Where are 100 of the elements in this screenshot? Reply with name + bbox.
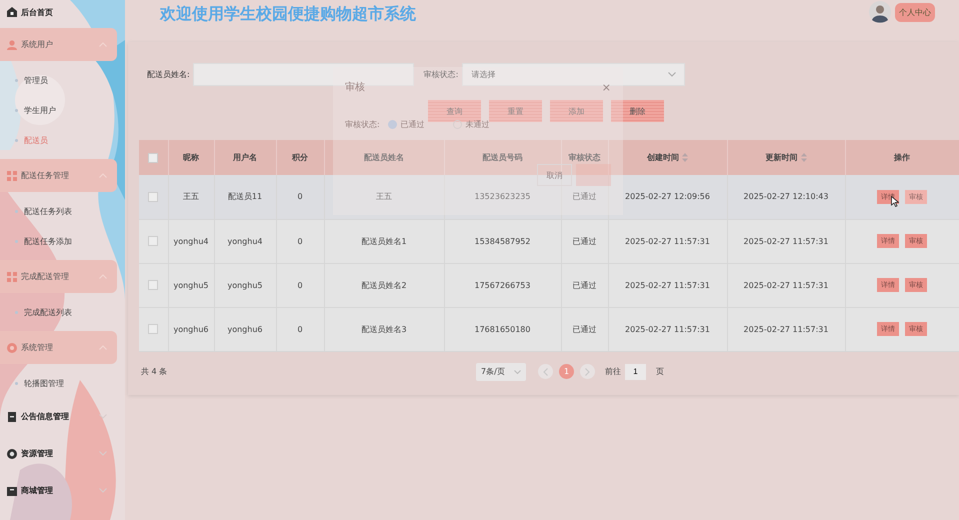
chevron-up-icon bbox=[99, 274, 107, 279]
table-cell: 2025-02-27 11:57:31 bbox=[727, 219, 845, 263]
sidebar-group[interactable]: 资源管理 bbox=[0, 437, 117, 470]
row-checkbox[interactable] bbox=[148, 324, 158, 334]
table-cell: 配送员姓名2 bbox=[324, 263, 444, 307]
field-label: 审核状态: bbox=[345, 119, 380, 130]
table-cell: 已通过 bbox=[561, 219, 608, 263]
column-header: 审核状态 bbox=[568, 153, 600, 162]
row-checkbox[interactable] bbox=[148, 236, 158, 246]
table-cell: 17567266753 bbox=[444, 263, 561, 307]
next-page-button[interactable] bbox=[580, 364, 595, 379]
sort-icon bbox=[800, 153, 806, 162]
page-button[interactable]: 1 bbox=[559, 364, 574, 379]
table-cell: yonghu4 bbox=[214, 219, 276, 263]
field-label: 配送员姓名: bbox=[147, 69, 190, 80]
table-cell: 已通过 bbox=[561, 175, 608, 219]
action-button[interactable]: 查询 bbox=[428, 100, 481, 122]
avatar-icon bbox=[869, 1, 891, 23]
home-icon bbox=[7, 7, 17, 17]
chevron-up-icon bbox=[99, 173, 107, 178]
table-cell: 已通过 bbox=[561, 307, 608, 351]
sort-icon bbox=[682, 153, 688, 162]
user-center-button[interactable]: 个人中心 bbox=[895, 2, 935, 22]
person-icon bbox=[7, 40, 17, 50]
chevron-up-icon bbox=[99, 42, 107, 47]
sidebar-item[interactable]: 后台首页 bbox=[0, 0, 125, 24]
table-cell: 0 bbox=[276, 219, 324, 263]
sidebar-subitem[interactable]: 轮播图管理 bbox=[0, 368, 125, 398]
column-header: 配送员姓名 bbox=[364, 153, 404, 162]
table-cell: 配送员11 bbox=[214, 175, 276, 219]
table-cell: 2025-02-27 11:57:31 bbox=[608, 263, 727, 307]
chevron-down-icon bbox=[99, 451, 107, 456]
circle-icon bbox=[7, 448, 17, 458]
table-cell: 0 bbox=[276, 175, 324, 219]
chevron-left-icon bbox=[543, 368, 548, 376]
column-header: 用户名 bbox=[233, 153, 257, 162]
column-header[interactable]: 创建时间 bbox=[647, 153, 688, 162]
row-checkbox[interactable] bbox=[148, 280, 158, 290]
page-suffix: 页 bbox=[656, 366, 664, 377]
chevron-down-icon bbox=[668, 72, 676, 77]
gear-icon bbox=[7, 342, 17, 352]
cancel-button[interactable]: 取消 bbox=[537, 164, 572, 186]
table-cell: yonghu4 bbox=[168, 219, 214, 263]
confirm-button[interactable] bbox=[576, 164, 611, 186]
grid-icon bbox=[7, 272, 17, 282]
table-cell: 2025-02-27 12:10:43 bbox=[727, 175, 845, 219]
sidebar-group[interactable]: 公告信息管理 bbox=[0, 400, 117, 433]
radio-option[interactable]: 未通过 bbox=[452, 119, 490, 130]
grid-icon bbox=[7, 170, 17, 180]
sidebar-subitem[interactable]: 配送任务列表 bbox=[0, 196, 125, 226]
chevron-up-icon bbox=[99, 345, 107, 350]
goto-label: 前往 bbox=[605, 366, 621, 377]
table-cell: 15384587952 bbox=[444, 219, 561, 263]
table-cell: 0 bbox=[276, 307, 324, 351]
table-cell: 王五 bbox=[324, 175, 444, 219]
sidebar-group[interactable]: 商城管理 bbox=[0, 474, 117, 507]
chevron-right-icon bbox=[585, 368, 590, 376]
column-header: 操作 bbox=[894, 153, 910, 162]
action-button[interactable]: 添加 bbox=[550, 100, 603, 122]
sidebar-group[interactable]: 系统管理 bbox=[0, 331, 117, 364]
page-size-select[interactable]: 7条/页 bbox=[476, 362, 526, 380]
column-header: 积分 bbox=[292, 153, 308, 162]
table-cell: 2025-02-27 11:57:31 bbox=[608, 307, 727, 351]
previous-page-button[interactable] bbox=[538, 364, 553, 379]
table-cell: 2025-02-27 12:09:56 bbox=[608, 175, 727, 219]
column-header: 昵称 bbox=[183, 153, 199, 162]
dialog-title: 审核 bbox=[345, 80, 365, 94]
table-cell: yonghu5 bbox=[168, 263, 214, 307]
document-icon bbox=[7, 412, 17, 422]
select-field[interactable]: 请选择 bbox=[462, 63, 686, 86]
action-button[interactable]: 重置 bbox=[489, 100, 542, 122]
table-cell: 配送员姓名1 bbox=[324, 219, 444, 263]
sidebar-subitem[interactable]: 配送员 bbox=[0, 125, 125, 155]
sidebar-subitem[interactable]: 配送任务添加 bbox=[0, 226, 125, 256]
select-all-checkbox[interactable] bbox=[148, 152, 158, 162]
table-cell: 17681650180 bbox=[444, 307, 561, 351]
table-cell: yonghu6 bbox=[168, 307, 214, 351]
table-cell: 已通过 bbox=[561, 263, 608, 307]
table-cell: yonghu6 bbox=[214, 307, 276, 351]
total-count: 共 4 条 bbox=[141, 366, 168, 377]
sidebar-subitem[interactable]: 管理员 bbox=[0, 65, 125, 95]
sidebar-group[interactable]: 配送任务管理 bbox=[0, 159, 117, 192]
table-cell: 2025-02-27 11:57:31 bbox=[727, 263, 845, 307]
page-input[interactable]: 1 bbox=[625, 364, 646, 380]
table-cell: 王五 bbox=[168, 175, 214, 219]
sidebar-group[interactable]: 完成配送管理 bbox=[0, 260, 117, 293]
chevron-down-icon bbox=[99, 488, 107, 493]
column-header[interactable]: 更新时间 bbox=[766, 153, 806, 162]
table-cell: yonghu5 bbox=[214, 263, 276, 307]
action-button[interactable]: 删除 bbox=[611, 100, 664, 122]
sidebar-subitem[interactable]: 完成配送列表 bbox=[0, 297, 125, 327]
sidebar-group[interactable]: 系统用户 bbox=[0, 28, 117, 61]
radio-option[interactable]: 已通过 bbox=[388, 119, 425, 130]
chevron-down-icon bbox=[514, 370, 521, 374]
table-cell: 2025-02-27 11:57:31 bbox=[608, 219, 727, 263]
chevron-down-icon bbox=[99, 414, 107, 419]
column-header: 配送员号码 bbox=[482, 153, 522, 162]
table-cell: 0 bbox=[276, 263, 324, 307]
row-checkbox[interactable] bbox=[148, 192, 158, 202]
sidebar-subitem[interactable]: 学生用户 bbox=[0, 95, 125, 125]
